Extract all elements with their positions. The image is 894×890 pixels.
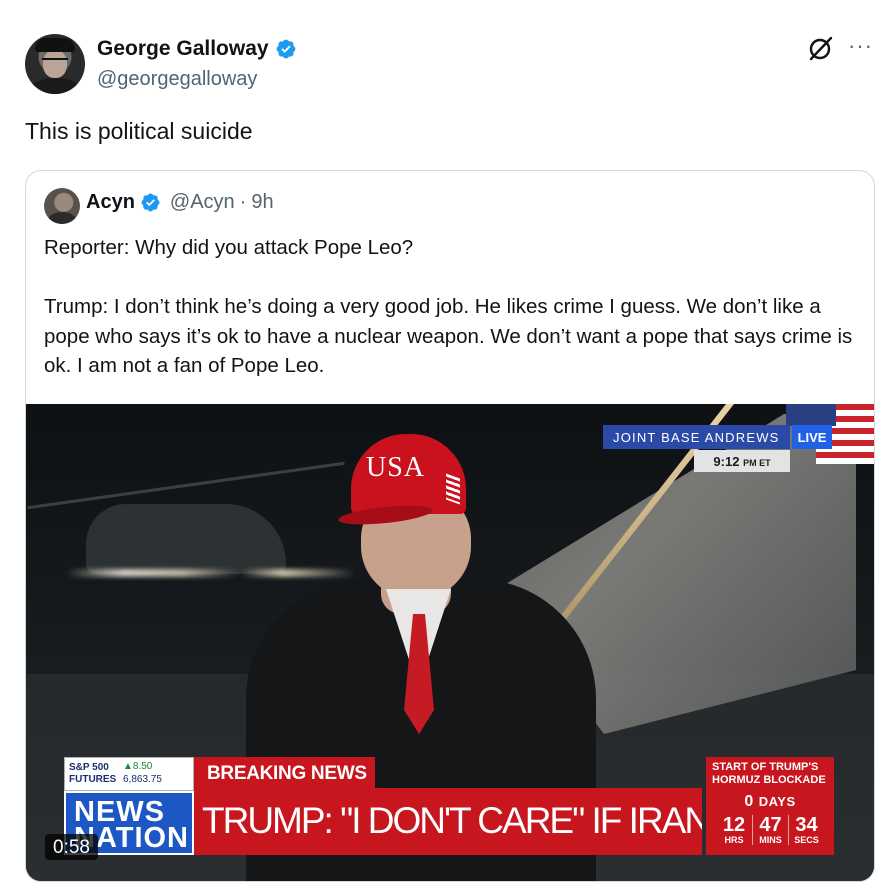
countdown-title-line-1: START OF TRUMP'S bbox=[712, 761, 819, 773]
video-scene-lights bbox=[66, 569, 356, 577]
quoted-verified-badge-icon bbox=[141, 193, 160, 212]
countdown-hours-label: HRS bbox=[724, 835, 744, 845]
tweet-text: This is political suicide bbox=[25, 118, 253, 144]
quoted-handle[interactable]: @Acyn bbox=[170, 191, 235, 214]
author-handle[interactable]: @georgegalloway bbox=[97, 68, 257, 91]
broadcast-time-value: 9:12 bbox=[713, 454, 740, 469]
grok-icon[interactable] bbox=[807, 34, 835, 62]
location-label: JOINT BASE ANDREWS bbox=[603, 425, 790, 449]
author-display-name[interactable]: George Galloway bbox=[97, 37, 269, 61]
cap-text: USA bbox=[366, 452, 426, 483]
location-banner: JOINT BASE ANDREWS LIVE bbox=[603, 425, 833, 449]
countdown-seconds-label: SECS bbox=[794, 835, 819, 845]
market-price: 6,863.75 bbox=[123, 774, 162, 785]
countdown-days-label: DAYS bbox=[758, 794, 796, 809]
market-ticker: S&P 500 FUTURES ▲8.50 6,863.75 bbox=[64, 757, 194, 791]
author-avatar[interactable] bbox=[25, 34, 85, 94]
countdown-units: 12 HRS 47 MINS 34 SECS bbox=[706, 815, 834, 845]
market-values: ▲8.50 6,863.75 bbox=[123, 760, 162, 786]
quoted-tweet[interactable]: Acyn @Acyn · 9h Reporter: Why did you at… bbox=[25, 170, 875, 882]
broadcast-time: 9:12 PM ET bbox=[694, 450, 790, 472]
market-label: S&P 500 FUTURES bbox=[69, 762, 116, 786]
countdown-minutes: 47 MINS bbox=[752, 815, 788, 845]
broadcast-time-suffix: PM ET bbox=[743, 458, 771, 468]
market-label-line-1: S&P 500 bbox=[69, 762, 109, 773]
video-scene-helicopter bbox=[86, 504, 286, 574]
quoted-author-avatar[interactable] bbox=[44, 188, 80, 224]
quoted-timestamp[interactable]: 9h bbox=[251, 191, 273, 214]
countdown-days-value: 0 bbox=[744, 793, 754, 810]
countdown-title: START OF TRUMP'S HORMUZ BLOCKADE bbox=[706, 757, 834, 791]
market-label-line-2: FUTURES bbox=[69, 774, 117, 785]
cap-flag-icon bbox=[446, 473, 460, 505]
author-name-row: George Galloway bbox=[97, 37, 297, 61]
quoted-text: Reporter: Why did you attack Pope Leo? T… bbox=[44, 233, 864, 381]
quoted-separator: · bbox=[239, 191, 247, 213]
countdown-seconds: 34 SECS bbox=[788, 815, 824, 845]
countdown-minutes-value: 47 bbox=[759, 814, 782, 836]
live-label: LIVE bbox=[791, 425, 833, 449]
breaking-news-label: BREAKING NEWS bbox=[194, 757, 375, 791]
news-headline: TRUMP: "I DON'T CARE" IF IRAN NEGOTIATES bbox=[194, 788, 702, 855]
countdown-minutes-label: MINS bbox=[759, 835, 782, 845]
countdown-seconds-value: 34 bbox=[795, 814, 818, 836]
countdown-clock: 0 DAYS 12 HRS 47 MINS 34 SECS bbox=[706, 788, 834, 855]
countdown-title-line-2: HORMUZ BLOCKADE bbox=[712, 774, 826, 786]
quoted-header: Acyn @Acyn · 9h bbox=[86, 191, 274, 214]
countdown-days: 0 DAYS bbox=[706, 793, 834, 811]
video-scene-flag-canton bbox=[786, 404, 836, 426]
quoted-text-line-2: Trump: I don’t think he’s doing a very g… bbox=[44, 295, 853, 377]
quoted-display-name[interactable]: Acyn bbox=[86, 191, 135, 214]
tweet: George Galloway @georgegalloway ··· This… bbox=[0, 0, 894, 890]
countdown-hours-value: 12 bbox=[722, 814, 746, 836]
quoted-text-line-1: Reporter: Why did you attack Pope Leo? bbox=[44, 236, 414, 259]
more-options-button[interactable]: ··· bbox=[848, 35, 873, 57]
verified-badge-icon bbox=[276, 39, 295, 59]
video-scene-rotor bbox=[27, 461, 345, 510]
market-change: ▲8.50 bbox=[123, 761, 153, 772]
countdown-hours: 12 HRS bbox=[716, 815, 752, 845]
video-duration: 0:58 bbox=[45, 834, 98, 860]
video-player[interactable]: USA JOINT BASE ANDREWS LIVE 9:12 PM ET S… bbox=[26, 404, 874, 881]
